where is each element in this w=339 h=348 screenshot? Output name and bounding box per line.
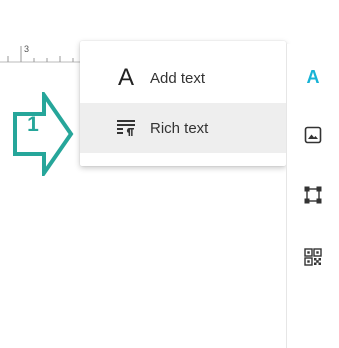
menu-item-add-text[interactable]: A Add text <box>80 53 286 103</box>
shape-icon <box>304 186 322 204</box>
ruler-label: 3 <box>24 44 30 54</box>
side-toolbar: A <box>286 44 339 348</box>
image-icon <box>304 126 322 144</box>
qr-tool-button[interactable] <box>299 243 327 271</box>
qr-code-icon <box>304 248 322 266</box>
rich-text-icon <box>114 116 138 140</box>
menu-item-label: Add text <box>150 69 206 87</box>
ruler-ticks <box>0 46 84 63</box>
text-tool-button[interactable]: A <box>299 63 327 91</box>
letter-a-icon: A <box>306 66 320 87</box>
image-tool-button[interactable] <box>299 121 327 149</box>
menu-item-rich-text[interactable]: Rich text <box>80 103 286 153</box>
letter-a-icon: A <box>117 64 134 91</box>
menu-item-label: Rich text <box>150 119 209 137</box>
ruler: 3 <box>0 44 84 64</box>
shape-tool-button[interactable] <box>299 181 327 209</box>
add-text-menu: A Add text Rich text <box>80 41 286 166</box>
callout-number: 1 <box>27 113 39 136</box>
